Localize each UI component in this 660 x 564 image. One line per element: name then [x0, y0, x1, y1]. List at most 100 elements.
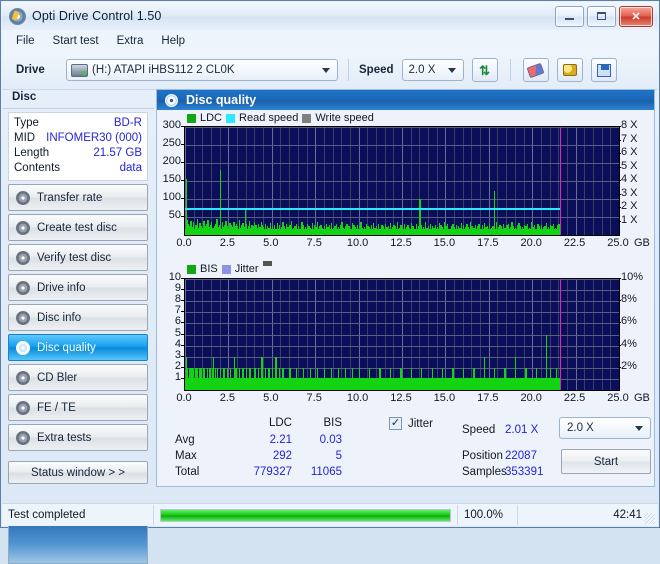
minimize-button[interactable] — [555, 6, 584, 27]
eraser-icon — [527, 62, 545, 77]
legend-swatch-bis — [187, 265, 196, 274]
y-tick-label: 50 — [157, 209, 181, 221]
sidebar-item-label: Transfer rate — [37, 192, 102, 204]
bis-chart-legend: BIS Jitter — [187, 262, 272, 276]
test-speed-select[interactable]: 2.0 X — [559, 417, 651, 439]
y2-tick-mark — [618, 221, 621, 222]
stats-col-bis: BIS — [302, 417, 342, 429]
position-stat-label: Position — [462, 450, 503, 462]
legend-swatch-ldc — [187, 114, 196, 123]
toolbar-divider-2 — [510, 59, 511, 81]
y-tick-mark — [181, 216, 184, 217]
disc-icon — [16, 311, 30, 325]
disc-row-type: Type BD-R — [14, 116, 142, 131]
erase-button[interactable] — [523, 58, 549, 82]
sidebar-item-verify-test-disc[interactable]: Verify test disc — [8, 244, 148, 271]
disc-icon — [16, 281, 30, 295]
x-tick-label: 0.0 — [170, 237, 198, 249]
maximize-button[interactable] — [587, 6, 616, 27]
window-buttons: ✕ — [555, 6, 658, 27]
disc-contents-label: Contents — [14, 161, 60, 176]
refresh-button[interactable]: ⇅ — [472, 58, 498, 82]
drive-select[interactable]: (H:) ATAPI iHBS112 2 CL0K — [66, 59, 338, 81]
window-title: Opti Drive Control 1.50 — [32, 9, 161, 23]
y-tick-mark — [181, 144, 184, 145]
y2-tick-mark — [618, 278, 621, 279]
x-tick-label: 17.5 — [474, 392, 502, 404]
start-button[interactable]: Start — [561, 449, 651, 474]
sidebar-item-disc-quality[interactable]: Disc quality — [8, 334, 148, 361]
coins-icon — [563, 64, 577, 76]
speed-select[interactable]: 2.0 X — [402, 59, 464, 81]
x-tick-label: 7.5 — [300, 392, 328, 404]
stats-row-avg-label: Avg — [175, 434, 195, 446]
sidebar-item-extra-tests[interactable]: Extra tests — [8, 424, 148, 451]
sidebar-item-cd-bler[interactable]: CD Bler — [8, 364, 148, 391]
disc-contents-value: data — [120, 161, 142, 176]
sidebar-item-label: Verify test disc — [37, 252, 111, 264]
app-window: Opti Drive Control 1.50 ✕ File Start tes… — [0, 0, 660, 528]
y2-tick-mark — [618, 180, 621, 181]
sidebar-item-disc-info[interactable]: Disc info — [8, 304, 148, 331]
sidebar-item-label: Disc info — [37, 312, 81, 324]
sidebar-item-fe-te[interactable]: FE / TE — [8, 394, 148, 421]
disc-row-length: Length 21.57 GB — [14, 146, 142, 161]
speed-stat-label: Speed — [462, 424, 495, 436]
legend-swatch-extra — [263, 261, 272, 266]
x-tick-label: 20.0 — [517, 237, 545, 249]
x-tick-label: 15.0 — [430, 237, 458, 249]
sidebar-item-create-test-disc[interactable]: Create test disc — [8, 214, 148, 241]
disc-section-header: Disc — [2, 89, 154, 109]
y2-tick-label: 7 X — [621, 133, 660, 145]
close-button[interactable]: ✕ — [619, 6, 653, 27]
save-button[interactable] — [591, 58, 617, 82]
y2-tick-label: 3 X — [621, 187, 660, 199]
samples-stat-value: 353391 — [505, 466, 555, 478]
y-tick-label: 200 — [157, 155, 181, 167]
chevron-down-icon — [322, 68, 330, 73]
legend-swatch-jitter — [222, 265, 231, 274]
status-bar: Test completed 100.0% 42:41 — [2, 503, 658, 526]
legend-label-read-speed: Read speed — [239, 112, 298, 124]
bis-chart[interactable]: BIS Jitter 1098765432110%8%6%4%2%0.02.55… — [157, 262, 654, 410]
x-tick-label: 12.5 — [387, 392, 415, 404]
bitsetting-button[interactable] — [557, 58, 583, 82]
x-tick-label: 25.0 — [604, 237, 632, 249]
ldc-chart[interactable]: LDC Read speed Write speed 3002502001501… — [157, 110, 654, 253]
sidebar-item-label: Create test disc — [37, 222, 117, 234]
menu-start-test[interactable]: Start test — [45, 32, 107, 50]
elapsed-time: 42:41 — [518, 505, 658, 525]
data-end-marker — [560, 279, 561, 390]
jitter-checkbox-label[interactable]: Jitter — [408, 418, 433, 430]
menu-extra[interactable]: Extra — [109, 32, 152, 50]
disc-icon — [16, 221, 30, 235]
menu-help[interactable]: Help — [153, 32, 193, 50]
maximize-icon — [597, 12, 606, 20]
stats-total-bis: 11065 — [295, 466, 342, 478]
y2-tick-label: 4% — [621, 338, 660, 350]
speed-stat-value: 2.01 X — [505, 424, 549, 436]
status-window-button[interactable]: Status window > > — [8, 461, 148, 484]
y-tick-mark — [181, 367, 184, 368]
sidebar-item-transfer-rate[interactable]: Transfer rate — [8, 184, 148, 211]
menu-file[interactable]: File — [8, 32, 43, 50]
resize-grip[interactable] — [644, 513, 655, 524]
y2-tick-label: 4 X — [621, 173, 660, 185]
disc-icon — [16, 401, 30, 415]
y-tick-mark — [181, 378, 184, 379]
disc-row-mid: MID INFOMER30 (000) — [14, 131, 142, 146]
speed-label: Speed — [359, 64, 394, 76]
y-tick-mark — [181, 300, 184, 301]
sidebar-item-label: CD Bler — [37, 372, 77, 384]
position-stat-value: 22087 — [505, 450, 555, 462]
samples-stat-label: Samples — [462, 466, 507, 478]
stats-row-max-label: Max — [175, 450, 197, 462]
chart-baseline-fill — [185, 229, 560, 235]
disc-type-label: Type — [14, 116, 39, 131]
sidebar-item-drive-info[interactable]: Drive info — [8, 274, 148, 301]
y-tick-label: 100 — [157, 191, 181, 203]
legend-swatch-write-speed — [302, 114, 311, 123]
minimize-icon — [565, 18, 574, 20]
jitter-checkbox[interactable]: ✓ — [389, 417, 402, 430]
y2-tick-label: 8% — [621, 293, 660, 305]
